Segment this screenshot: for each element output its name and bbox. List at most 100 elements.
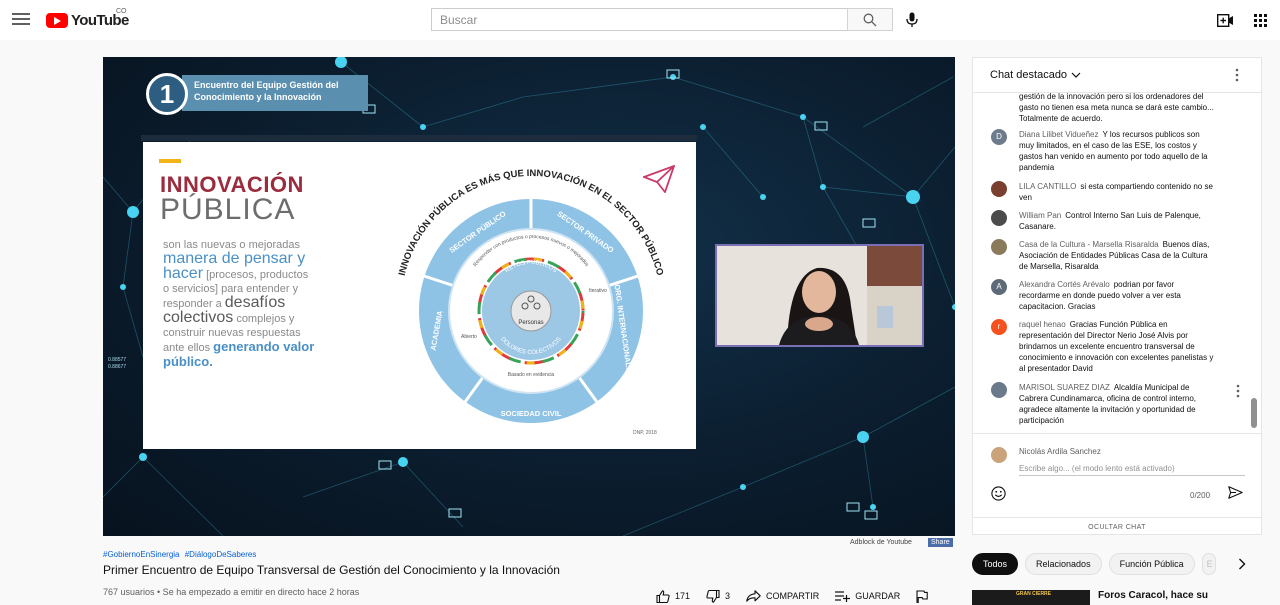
hashtag-link[interactable]: #GobiernoEnSinergia xyxy=(103,550,180,559)
search-input[interactable] xyxy=(431,8,847,31)
emoji-icon[interactable] xyxy=(991,486,1006,501)
like-button[interactable]: 171 xyxy=(656,589,690,603)
chat-author[interactable]: Alexandra Cortés Arévalo xyxy=(1019,280,1110,289)
thumbs-down-icon xyxy=(706,589,720,603)
slide-text: generando valor xyxy=(213,339,315,354)
presentation-slide: INNOVACIÓN PÚBLICA son las nuevas o mejo… xyxy=(143,142,696,449)
episode-badge: Encuentro del Equipo Gestión del Conocim… xyxy=(144,71,368,117)
video-actions: 171 3 COMPARTIR GUARDAR xyxy=(656,588,949,604)
chat-author[interactable]: LILA CANTILLO xyxy=(1019,182,1076,191)
search-button[interactable] xyxy=(847,8,893,31)
chat-message: Casa de la Cultura - Marsella Risaralda B… xyxy=(991,239,1249,272)
chip-more[interactable]: E xyxy=(1201,553,1216,575)
innovation-diagram: Personas INNOVACIÓN PÚBLICA ES MÁS QUE I… xyxy=(397,168,665,423)
slide-source: DNP, 2018 xyxy=(633,430,657,436)
hashtag-link[interactable]: #DiálogoDeSaberes xyxy=(185,550,257,559)
chat-message-text: gestión de la innovación pero si los ord… xyxy=(1019,93,1214,123)
slide-text: ante ellos xyxy=(163,342,211,354)
hide-chat-button[interactable]: OCULTAR CHAT xyxy=(973,517,1261,535)
avatar xyxy=(991,210,1007,226)
recommendation-thumbnail[interactable]: GRAN CIERRE xyxy=(972,590,1090,605)
country-code: CO xyxy=(116,8,127,15)
scrollbar-thumb[interactable] xyxy=(1251,398,1257,428)
episode-number: 1 xyxy=(146,73,188,115)
thumbs-up-icon xyxy=(656,589,670,603)
slide-frame-bar xyxy=(141,135,697,141)
chat-author[interactable]: Diana Lilibet Vidueñez xyxy=(1019,130,1098,139)
mic-icon xyxy=(906,12,918,27)
apps-button[interactable] xyxy=(1251,11,1269,29)
chat-message: A Alexandra Cortés Arévalo podrian por fa… xyxy=(991,279,1249,312)
video-player[interactable]: 0.88577 0.88677 Encuentro del Equipo Ges… xyxy=(103,57,955,536)
chip-todos[interactable]: Todos xyxy=(972,553,1019,575)
send-icon[interactable] xyxy=(1228,486,1243,499)
chat-messages[interactable]: gestión de la innovación pero si los ord… xyxy=(973,93,1249,433)
slide-text: [procesos, productos xyxy=(206,269,309,281)
avatar: D xyxy=(991,129,1007,145)
dislike-count: 3 xyxy=(725,591,731,601)
slide-text: construir nuevas respuestas xyxy=(163,327,301,339)
menu-icon[interactable] xyxy=(12,10,30,28)
slide-text: complejos y xyxy=(236,313,295,325)
chat-author[interactable]: William Pan xyxy=(1019,211,1061,220)
video-title: Primer Encuentro de Equipo Transversal d… xyxy=(103,563,560,577)
character-counter: 0/200 xyxy=(1190,491,1211,500)
live-chat: Chat destacado gestión de la innovación … xyxy=(972,57,1262,535)
share-tag[interactable]: Share xyxy=(928,538,953,547)
svg-text:0.88577: 0.88577 xyxy=(108,357,126,363)
create-button[interactable] xyxy=(1216,11,1234,29)
hashtags: #GobiernoEnSinergia #DiálogoDeSaberes xyxy=(103,550,259,559)
youtube-play-icon xyxy=(46,12,68,28)
apps-icon xyxy=(1253,13,1267,27)
diagram-iterativo: Iterativo xyxy=(589,288,607,294)
chat-author[interactable]: MARISOL SUAREZ DIAZ xyxy=(1019,383,1110,392)
video-meta: 767 usuarios • Se ha empezado a emitir e… xyxy=(103,587,360,597)
more-vertical-icon[interactable] xyxy=(1235,68,1239,82)
chat-message: r raquel henao Gracias Función Pública en… xyxy=(991,319,1249,374)
save-button[interactable]: GUARDAR xyxy=(835,590,900,602)
chat-mode-selector[interactable]: Chat destacado xyxy=(990,69,1081,81)
slide-text: desafíos xyxy=(224,294,286,311)
user-avatar xyxy=(991,447,1007,463)
chevron-down-icon xyxy=(1071,72,1081,78)
slide-body: son las nuevas o mejoradas manera de pen… xyxy=(163,238,353,370)
speaker-camera xyxy=(715,244,924,347)
slide-accent-bar xyxy=(159,159,181,163)
chat-message: D Diana Lilibet Vidueñez Y los recursos p… xyxy=(991,129,1249,173)
avatar: A xyxy=(991,279,1007,295)
slide-text: hacer xyxy=(163,265,204,282)
mic-button[interactable] xyxy=(901,9,923,31)
chat-author[interactable]: raquel henao xyxy=(1019,320,1066,329)
avatar: r xyxy=(991,319,1007,335)
chat-message: gestión de la innovación pero si los ord… xyxy=(991,93,1249,124)
chevron-right-icon[interactable] xyxy=(1238,558,1246,570)
diagram-center-label: Personas xyxy=(518,320,543,326)
share-button[interactable]: COMPARTIR xyxy=(746,590,819,602)
thumbnail-text: GRAN CIERRE xyxy=(1016,591,1052,597)
chat-composer: Nicolás Ardila Sanchez 0/200 xyxy=(973,433,1261,508)
avatar xyxy=(991,181,1007,197)
dislike-button[interactable]: 3 xyxy=(706,589,731,603)
slide-text: colectivos xyxy=(163,309,234,326)
flag-icon xyxy=(916,589,928,603)
chat-scrollbar[interactable] xyxy=(1249,93,1259,433)
report-button[interactable] xyxy=(916,589,933,603)
diagram-sociedad-civil: SOCIEDAD CIVIL xyxy=(501,409,562,418)
chat-message-input[interactable] xyxy=(1019,462,1245,476)
message-more-icon[interactable] xyxy=(1236,384,1240,398)
diagram-abierto: Abierto xyxy=(461,334,477,340)
share-icon xyxy=(746,590,761,602)
chip-relacionados[interactable]: Relacionados xyxy=(1025,553,1102,575)
chat-author[interactable]: Casa de la Cultura - Marsella Risaralda xyxy=(1019,240,1159,249)
recommendation-filters: Todos Relacionados Función Pública E xyxy=(972,553,1223,575)
chat-header: Chat destacado xyxy=(973,58,1261,93)
diagram-evidencia: Basado en evidencia xyxy=(508,372,555,378)
share-label: COMPARTIR xyxy=(766,591,820,601)
episode-title: Encuentro del Equipo Gestión del Conocim… xyxy=(182,75,368,111)
chat-mode-label: Chat destacado xyxy=(990,69,1068,81)
chip-funcion-publica[interactable]: Función Pública xyxy=(1108,553,1195,575)
top-bar: YouTube CO xyxy=(0,0,1280,40)
create-icon xyxy=(1216,13,1233,27)
recommendation-title[interactable]: Foros Caracol, hace su xyxy=(1098,590,1208,601)
adblock-label: Adblock de Youtube xyxy=(850,539,912,546)
